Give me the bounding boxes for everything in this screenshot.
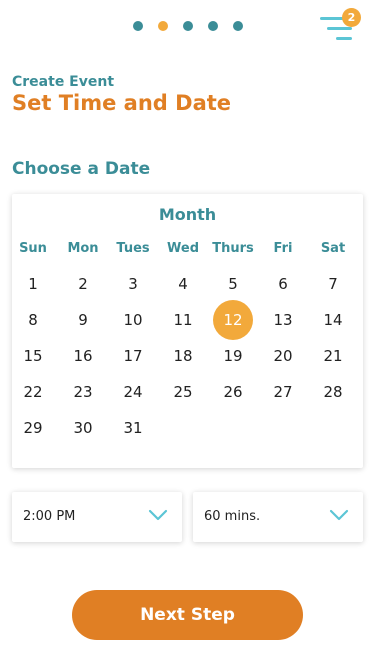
duration-select-value: 60 mins.	[204, 509, 261, 524]
calendar: Month Sun Mon Tues Wed Thurs Fri Sat 123456789…	[12, 194, 363, 468]
calendar-day[interactable]: 26	[213, 372, 253, 412]
page-eyebrow: Create Event	[12, 74, 115, 90]
section-title: Choose a Date	[12, 159, 151, 179]
menu-button[interactable]: 2	[318, 8, 361, 44]
calendar-day[interactable]: 22	[13, 372, 53, 412]
create-event-page: 2 Create Event Set Time and Date Choose …	[0, 0, 375, 668]
calendar-day[interactable]: 7	[313, 264, 353, 304]
weekday-label: Fri	[273, 241, 293, 256]
calendar-day[interactable]: 10	[113, 300, 153, 340]
calendar-day[interactable]: 21	[313, 336, 353, 376]
calendar-day[interactable]: 8	[13, 300, 53, 340]
calendar-day[interactable]: 9	[63, 300, 103, 340]
progress-dot	[208, 21, 218, 31]
calendar-day[interactable]: 17	[113, 336, 153, 376]
weekday-label: Thurs	[212, 241, 254, 256]
calendar-day[interactable]: 4	[163, 264, 203, 304]
calendar-day[interactable]: 30	[63, 408, 103, 448]
calendar-day[interactable]: 2	[63, 264, 103, 304]
calendar-day[interactable]: 5	[213, 264, 253, 304]
menu-icon-bar	[327, 27, 352, 30]
calendar-day[interactable]: 1	[13, 264, 53, 304]
calendar-day[interactable]: 25	[163, 372, 203, 412]
chevron-down-icon	[329, 509, 349, 521]
calendar-day[interactable]: 11	[163, 300, 203, 340]
calendar-day[interactable]: 6	[263, 264, 303, 304]
calendar-day[interactable]: 29	[13, 408, 53, 448]
calendar-day[interactable]: 19	[213, 336, 253, 376]
calendar-day[interactable]: 27	[263, 372, 303, 412]
progress-dot	[133, 21, 143, 31]
chevron-down-icon	[148, 509, 168, 521]
weekday-label: Tues	[116, 241, 150, 256]
time-select[interactable]: 2:00 PM	[12, 492, 182, 542]
page-title: Set Time and Date	[12, 91, 232, 115]
calendar-month-label: Month	[158, 205, 217, 224]
calendar-day[interactable]: 20	[263, 336, 303, 376]
calendar-day[interactable]: 31	[113, 408, 153, 448]
notification-badge: 2	[342, 8, 361, 27]
calendar-day[interactable]: 3	[113, 264, 153, 304]
calendar-day[interactable]: 16	[63, 336, 103, 376]
calendar-day[interactable]: 18	[163, 336, 203, 376]
calendar-day[interactable]: 28	[313, 372, 353, 412]
calendar-day[interactable]: 23	[63, 372, 103, 412]
weekday-label: Sat	[320, 241, 346, 256]
menu-icon-bar	[336, 37, 352, 40]
weekday-label: Wed	[167, 241, 199, 256]
duration-select[interactable]: 60 mins.	[193, 492, 363, 542]
calendar-day[interactable]: 15	[13, 336, 53, 376]
progress-dot	[233, 21, 243, 31]
calendar-day[interactable]: 13	[263, 300, 303, 340]
progress-dot-active	[158, 21, 168, 31]
time-select-value: 2:00 PM	[23, 509, 76, 524]
calendar-day-selected[interactable]: 12	[213, 300, 253, 340]
progress-dot	[183, 21, 193, 31]
progress-indicator	[133, 21, 258, 31]
weekday-label: Mon	[67, 241, 99, 256]
calendar-day[interactable]: 14	[313, 300, 353, 340]
calendar-day[interactable]: 24	[113, 372, 153, 412]
weekday-label: Sun	[19, 241, 47, 256]
next-step-button[interactable]: Next Step	[72, 590, 303, 640]
